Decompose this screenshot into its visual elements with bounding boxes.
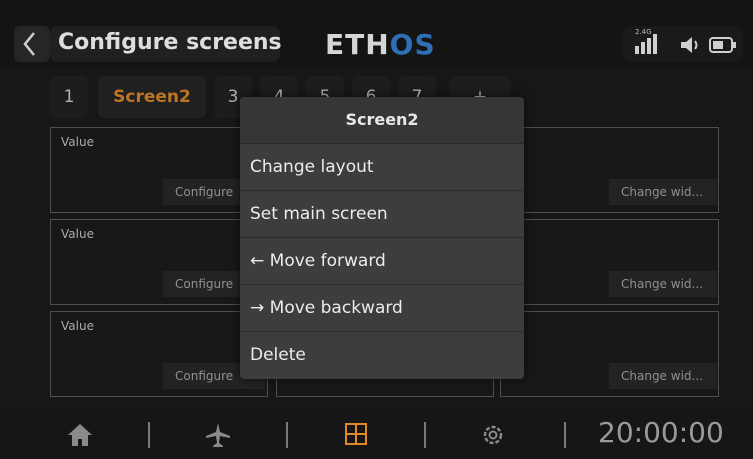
speaker-icon	[681, 37, 698, 53]
menu-title: Screen2	[240, 97, 524, 144]
menu-item-change-layout[interactable]: Change layout	[240, 144, 524, 191]
chevron-left-icon	[23, 32, 35, 56]
status-indicators[interactable]: 2.4G	[623, 26, 743, 62]
menu-item-delete[interactable]: Delete	[240, 332, 524, 378]
airplane-icon[interactable]	[204, 422, 232, 448]
menu-item-move-backward[interactable]: → Move backward	[240, 285, 524, 332]
bottom-nav-bar: 20:00:00	[0, 408, 753, 459]
nav-divider	[286, 422, 288, 448]
ethos-logo: ETHOS	[325, 28, 436, 61]
nav-divider	[148, 422, 150, 448]
logo-part-os: OS	[389, 28, 436, 61]
battery-icon	[709, 37, 736, 53]
screens-icon[interactable]	[344, 422, 368, 446]
screen-context-menu: Screen2 Change layout Set main screen ← …	[240, 97, 524, 379]
top-bar: Configure screens ETHOS 2.4G	[0, 0, 753, 66]
nav-divider	[564, 422, 566, 448]
settings-icon[interactable]	[480, 422, 506, 448]
nav-divider	[424, 422, 426, 448]
home-icon[interactable]	[66, 422, 94, 448]
clock: 20:00:00	[598, 416, 724, 449]
logo-part-eth: ETH	[325, 28, 390, 61]
menu-item-move-forward[interactable]: ← Move forward	[240, 238, 524, 285]
page-title: Configure screens	[58, 30, 282, 55]
back-button[interactable]	[14, 26, 50, 62]
menu-item-set-main-screen[interactable]: Set main screen	[240, 191, 524, 238]
signal-bars-icon	[635, 34, 659, 54]
